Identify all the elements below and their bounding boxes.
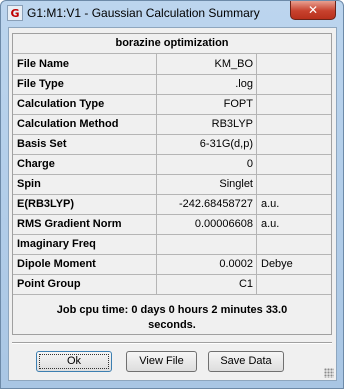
row-spin: Spin Singlet <box>13 174 331 195</box>
job-cpu-time-line2: seconds. <box>148 319 196 331</box>
row-dipole-moment: Dipole Moment 0.0002 Debye <box>13 254 331 275</box>
gaussview-app-icon[interactable]: G <box>7 5 23 21</box>
row-calculation-method: Calculation Method RB3LYP <box>13 114 331 135</box>
row-label: RMS Gradient Norm <box>17 218 122 230</box>
row-unit: a.u. <box>261 218 280 230</box>
row-imaginary-freq: Imaginary Freq <box>13 234 331 255</box>
row-energy: E(RB3LYP) -242.68458727 a.u. <box>13 194 331 215</box>
summary-table: borazine optimization File Name KM_BO Fi… <box>12 33 332 335</box>
save-data-button[interactable]: Save Data <box>208 351 284 372</box>
row-point-group: Point Group C1 <box>13 274 331 295</box>
row-label: File Name <box>17 58 69 70</box>
row-unit: Debye <box>261 258 293 270</box>
row-label: Charge <box>17 158 55 170</box>
row-label: Calculation Type <box>17 98 105 110</box>
row-label: Imaginary Freq <box>17 238 96 250</box>
row-file-name: File Name KM_BO <box>13 54 331 75</box>
ok-button[interactable]: Ok <box>36 351 112 372</box>
row-value: .log <box>156 74 257 94</box>
summary-title: borazine optimization <box>13 34 331 54</box>
button-separator <box>12 342 332 344</box>
row-rms-gradient-norm: RMS Gradient Norm 0.00006608 a.u. <box>13 214 331 235</box>
row-value: Singlet <box>156 174 257 194</box>
view-file-button[interactable]: View File <box>126 351 197 372</box>
job-cpu-time-line1: Job cpu time: 0 days 0 hours 2 minutes 3… <box>56 304 288 316</box>
row-label: Dipole Moment <box>17 258 96 270</box>
row-file-type: File Type .log <box>13 74 331 95</box>
dialog-client-area: borazine optimization File Name KM_BO Fi… <box>8 27 337 381</box>
row-label: Calculation Method <box>17 118 119 130</box>
row-label: Spin <box>17 178 41 190</box>
resize-grip[interactable] <box>324 368 334 378</box>
row-value: C1 <box>156 274 257 294</box>
window-title: G1:M1:V1 - Gaussian Calculation Summary <box>27 6 260 20</box>
row-unit: a.u. <box>261 198 280 210</box>
row-label: Basis Set <box>17 138 67 150</box>
row-basis-set: Basis Set 6-31G(d,p) <box>13 134 331 155</box>
row-value: RB3LYP <box>156 114 257 134</box>
row-value: 0 <box>156 154 257 174</box>
row-label: Point Group <box>17 278 81 290</box>
row-calculation-type: Calculation Type FOPT <box>13 94 331 115</box>
row-value: 6-31G(d,p) <box>156 134 257 154</box>
row-value <box>156 234 257 254</box>
row-value: KM_BO <box>156 54 257 74</box>
title-bar[interactable]: G G1:M1:V1 - Gaussian Calculation Summar… <box>1 1 343 27</box>
summary-window: G G1:M1:V1 - Gaussian Calculation Summar… <box>0 0 344 389</box>
row-charge: Charge 0 <box>13 154 331 175</box>
row-label: E(RB3LYP) <box>17 198 75 210</box>
row-value: 0.0002 <box>156 254 257 274</box>
row-label: File Type <box>17 78 64 90</box>
row-value: -242.68458727 <box>156 194 257 214</box>
job-cpu-time: Job cpu time: 0 days 0 hours 2 minutes 3… <box>13 303 331 333</box>
row-value: 0.00006608 <box>156 214 257 234</box>
close-button[interactable]: ✕ <box>290 1 336 20</box>
row-value: FOPT <box>156 94 257 114</box>
